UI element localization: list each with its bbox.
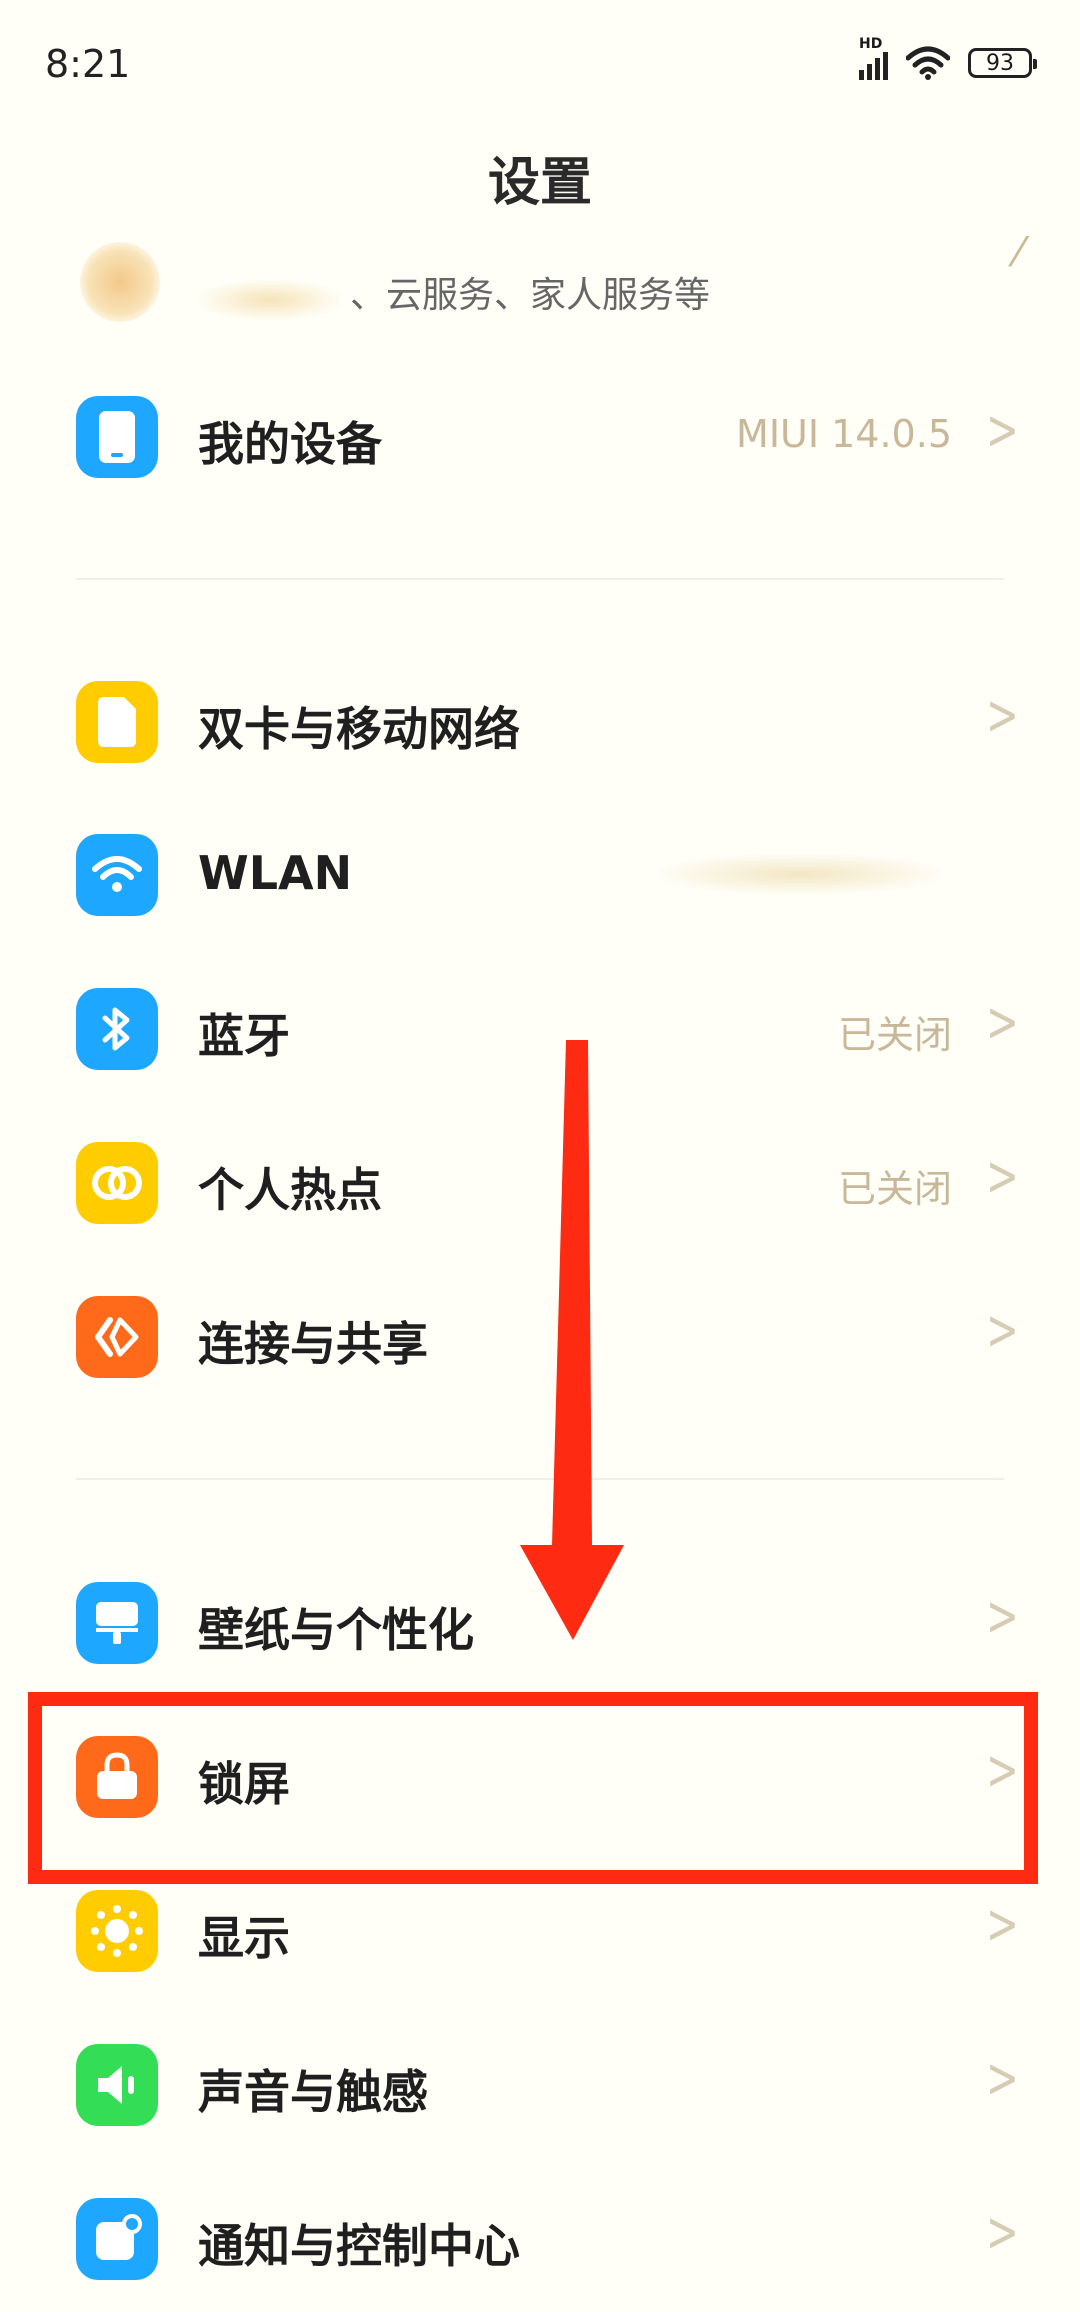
row-label: 壁纸与个性化 bbox=[198, 1603, 474, 1657]
row-hotspot[interactable]: 个人热点 已关闭 > bbox=[0, 1106, 1080, 1256]
wifi-status-icon bbox=[906, 46, 950, 80]
row-bluetooth[interactable]: 蓝牙 已关闭 > bbox=[0, 952, 1080, 1102]
row-my-device[interactable]: 我的设备 MIUI 14.0.5 > bbox=[0, 360, 1080, 510]
sim-card-icon bbox=[76, 681, 158, 763]
row-sound-haptics[interactable]: 声音与触感 > bbox=[0, 2008, 1080, 2158]
row-label: 显示 bbox=[198, 1911, 290, 1965]
battery-level: 93 bbox=[986, 50, 1014, 76]
chevron-right-icon: > bbox=[986, 1892, 1019, 1957]
row-wlan[interactable]: WLAN bbox=[0, 798, 1080, 948]
chevron-right-icon: > bbox=[986, 1584, 1019, 1649]
chevron-right-icon: > bbox=[986, 398, 1019, 463]
page-title: 设置 bbox=[487, 153, 592, 213]
divider bbox=[76, 578, 1004, 580]
battery-icon: 93 bbox=[968, 48, 1037, 78]
row-connection-sharing[interactable]: 连接与共享 > bbox=[0, 1260, 1080, 1410]
notification-icon bbox=[76, 2198, 158, 2280]
chevron-right-icon: > bbox=[986, 990, 1019, 1055]
row-value: 已关闭 bbox=[837, 1013, 952, 1057]
row-label: 连接与共享 bbox=[198, 1317, 428, 1371]
account-subtitle: 、云服务、家人服务等 bbox=[350, 275, 711, 316]
row-label: 通知与控制中心 bbox=[198, 2219, 520, 2273]
chevron-right-icon: ⁄ bbox=[1015, 230, 1022, 276]
row-label: 个人热点 bbox=[198, 1163, 382, 1217]
wlan-network-blurred bbox=[660, 854, 940, 894]
row-sim-network[interactable]: 双卡与移动网络 > bbox=[0, 645, 1080, 795]
chevron-right-icon: > bbox=[986, 683, 1019, 748]
row-label: 声音与触感 bbox=[198, 2065, 428, 2119]
chevron-right-icon: > bbox=[986, 2200, 1019, 2265]
hotspot-icon bbox=[76, 1142, 158, 1224]
wifi-icon bbox=[76, 834, 158, 916]
status-time: 8:21 bbox=[45, 42, 131, 86]
row-value: 已关闭 bbox=[837, 1167, 952, 1211]
status-bar: 8:21 HD 93 bbox=[0, 0, 1080, 130]
chevron-right-icon: > bbox=[986, 1298, 1019, 1363]
account-row[interactable]: 、云服务、家人服务等 ⁄ bbox=[0, 230, 1080, 350]
phone-icon bbox=[76, 396, 158, 478]
avatar bbox=[80, 242, 160, 322]
account-name-blurred bbox=[200, 280, 340, 320]
row-value: MIUI 14.0.5 bbox=[736, 412, 952, 456]
row-notification-control[interactable]: 通知与控制中心 > bbox=[0, 2162, 1080, 2312]
bluetooth-icon bbox=[76, 988, 158, 1070]
row-label: WLAN bbox=[198, 846, 353, 900]
speaker-icon bbox=[76, 2044, 158, 2126]
status-icons: HD 93 bbox=[859, 36, 1037, 80]
sun-icon bbox=[76, 1890, 158, 1972]
row-label: 蓝牙 bbox=[198, 1009, 290, 1063]
row-wallpaper[interactable]: 壁纸与个性化 > bbox=[0, 1546, 1080, 1696]
divider bbox=[76, 1478, 1004, 1480]
share-icon bbox=[76, 1296, 158, 1378]
signal-icon: HD bbox=[859, 36, 888, 80]
wallpaper-icon bbox=[76, 1582, 158, 1664]
chevron-right-icon: > bbox=[986, 2046, 1019, 2111]
hd-badge: HD bbox=[859, 36, 883, 52]
highlight-box bbox=[28, 1692, 1038, 1884]
row-label: 双卡与移动网络 bbox=[198, 702, 520, 756]
chevron-right-icon: > bbox=[986, 1144, 1019, 1209]
row-label: 我的设备 bbox=[198, 417, 382, 471]
